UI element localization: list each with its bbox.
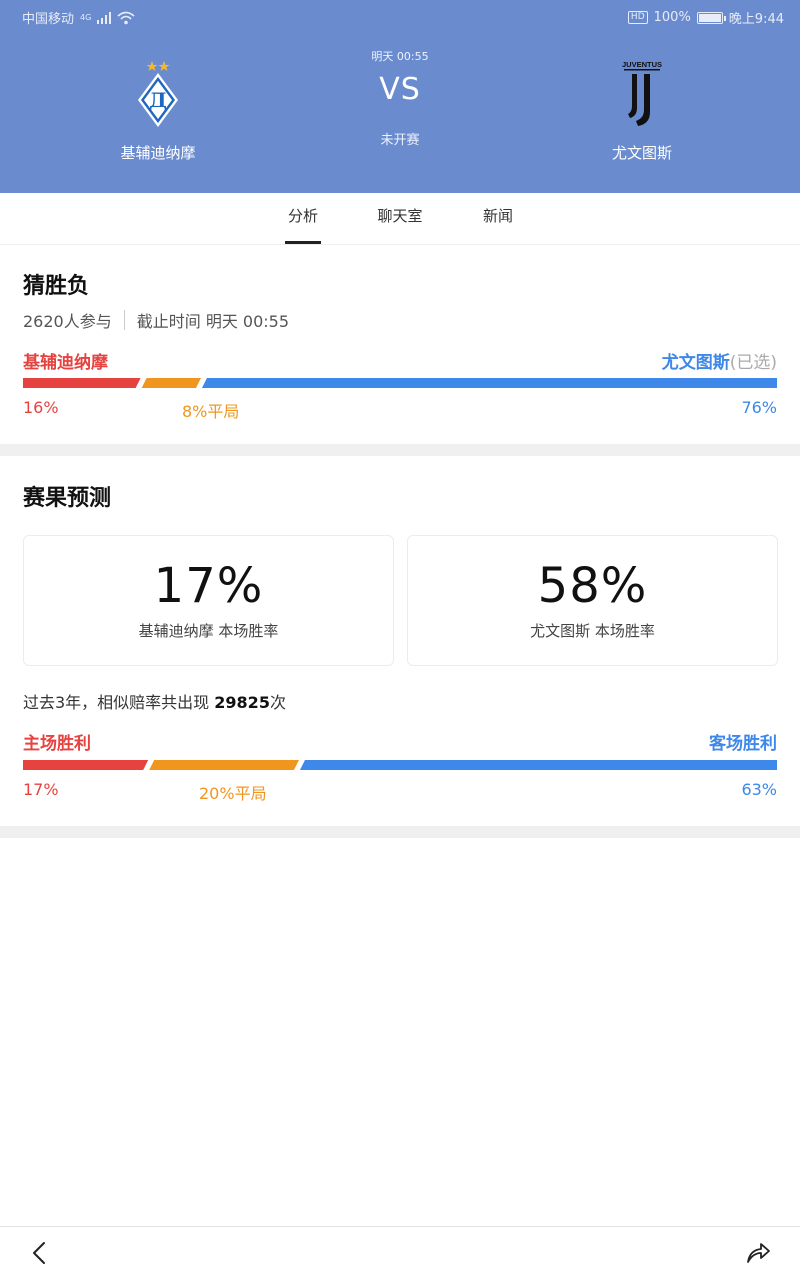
away-team[interactable]: JUVENTUS 尤文图斯 <box>562 58 722 163</box>
clock: 晚上9:44 <box>728 12 784 27</box>
home-win-rate-caption: 基辅迪纳摩 本场胜率 <box>138 622 279 640</box>
hd-badge: HD <box>627 11 648 24</box>
guess-section: 猜胜负 2620人参与 截止时间 明天 00:55 基辅迪纳摩 尤文图斯(已选)… <box>0 246 800 444</box>
chosen-badge: (已选) <box>729 353 777 373</box>
guess-draw-pct: 8%平局 <box>182 402 240 421</box>
home-win-label: 主场胜利 <box>23 734 91 754</box>
guess-home-segment <box>23 378 141 388</box>
home-win-rate: 17% <box>153 558 264 614</box>
svg-text:JUVENTUS: JUVENTUS <box>622 60 662 69</box>
guess-meta: 2620人参与 截止时间 明天 00:55 <box>23 308 289 332</box>
history-home-pct: 17% <box>23 780 59 799</box>
tab-chat[interactable]: 聊天室 <box>370 205 430 226</box>
away-win-rate-card: 58% 尤文图斯 本场胜率 <box>407 535 778 666</box>
prediction-title: 赛果预测 <box>23 486 112 511</box>
history-count: 29825 <box>214 693 270 712</box>
match-center: 明天 00:55 VS 未开赛 <box>300 48 500 148</box>
guess-right-cap <box>767 378 777 388</box>
battery-percent: 100% <box>653 10 691 25</box>
meta-divider <box>123 310 125 330</box>
history-suffix: 次 <box>269 693 286 712</box>
home-win-rate-card: 17% 基辅迪纳摩 本场胜率 <box>23 535 394 666</box>
guess-away-option[interactable]: 尤文图斯(已选) <box>662 348 777 373</box>
history-split-bar <box>23 760 777 770</box>
away-win-label: 客场胜利 <box>709 734 777 754</box>
bottom-toolbar <box>0 1226 800 1280</box>
guess-away-label: 尤文图斯 <box>661 353 730 373</box>
history-split-svg <box>23 760 777 770</box>
away-win-rate-caption: 尤文图斯 本场胜率 <box>530 622 655 640</box>
home-team-name: 基辅迪纳摩 <box>120 144 196 162</box>
svg-text:Д: Д <box>149 88 167 112</box>
back-button[interactable] <box>26 1239 54 1267</box>
guess-away-segment <box>201 378 777 388</box>
guess-split-svg <box>23 378 777 388</box>
history-away-segment <box>299 760 777 770</box>
wifi-icon <box>117 11 135 24</box>
battery-icon <box>696 11 726 24</box>
prediction-section: 赛果预测 17% 基辅迪纳摩 本场胜率 58% 尤文图斯 本场胜率 过去3年，相… <box>0 456 800 826</box>
juventus-logo: JUVENTUS <box>622 60 662 126</box>
signal-icon <box>97 11 112 24</box>
section-divider-2 <box>0 826 800 838</box>
tab-analysis[interactable]: 分析 <box>273 205 333 226</box>
history-right-cap <box>767 760 777 770</box>
history-note: 过去3年，相似赔率共出现 29825次 <box>23 689 286 713</box>
guess-draw-segment <box>141 378 201 388</box>
history-home-segment <box>23 760 149 770</box>
guess-home-pct: 16% <box>23 398 59 417</box>
match-status: 未开赛 <box>380 133 420 148</box>
home-team[interactable]: Д 基辅迪纳摩 <box>78 58 238 163</box>
guess-title: 猜胜负 <box>23 274 90 299</box>
participants-count: 2620人参与 <box>23 312 112 331</box>
deadline: 截止时间 明天 00:55 <box>136 312 290 331</box>
guess-split-bar <box>23 378 777 388</box>
guess-away-pct: 76% <box>741 398 777 417</box>
guess-home-option[interactable]: 基辅迪纳摩 <box>23 348 108 373</box>
tab-news[interactable]: 新闻 <box>468 205 528 226</box>
away-win-rate: 58% <box>537 558 648 614</box>
history-draw-segment <box>149 760 299 770</box>
match-header: 中国移动 4G HD 100% 晚上9:44 Д 基辅迪纳摩 明天 00:55 … <box>0 0 800 193</box>
match-time: 明天 00:55 <box>371 50 429 63</box>
carrier-label: 中国移动 <box>22 12 75 27</box>
away-team-name: 尤文图斯 <box>611 144 672 162</box>
active-tab-indicator <box>285 241 321 244</box>
history-away-pct: 63% <box>741 780 777 799</box>
network-label: 4G <box>80 13 92 22</box>
guess-left-cap <box>23 378 33 388</box>
share-button[interactable] <box>744 1239 772 1267</box>
dynamo-kyiv-logo: Д <box>138 61 178 127</box>
history-left-cap <box>23 760 33 770</box>
history-draw-pct: 20%平局 <box>199 784 267 803</box>
status-bar: 中国移动 4G HD 100% 晚上9:44 <box>0 0 800 32</box>
tab-bar: 分析 聊天室 新闻 <box>0 193 800 245</box>
vs-label: VS <box>379 72 421 107</box>
history-prefix: 过去3年，相似赔率共出现 <box>23 693 215 712</box>
section-divider <box>0 444 800 456</box>
